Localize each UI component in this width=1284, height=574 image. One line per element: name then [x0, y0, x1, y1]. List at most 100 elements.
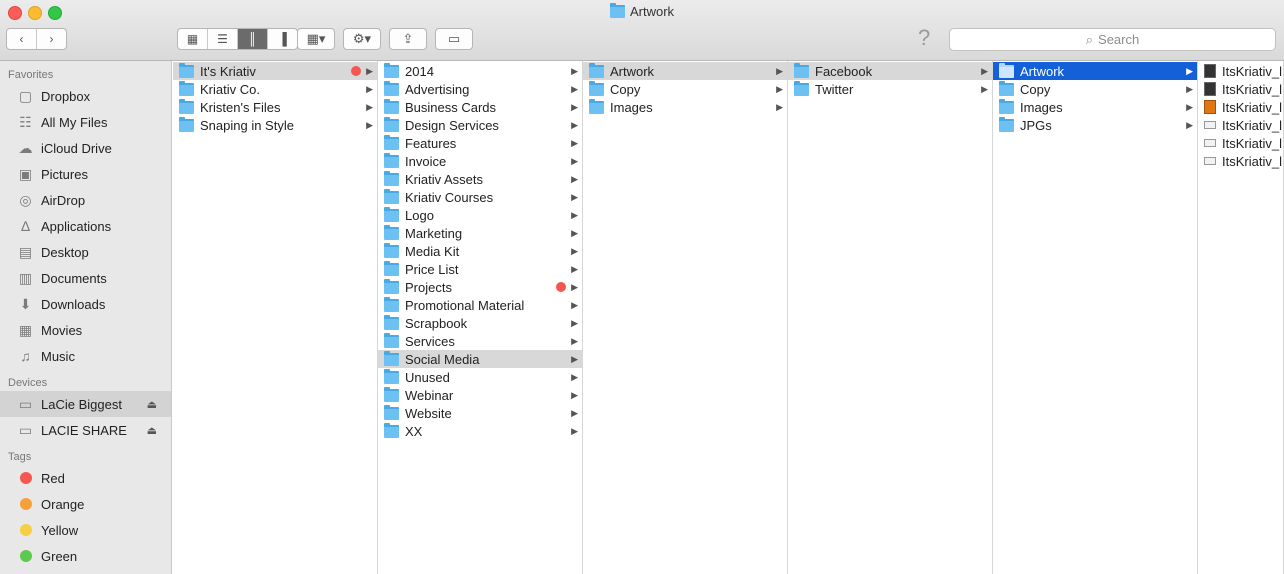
sidebar-item-label: Desktop	[41, 244, 89, 260]
folder-icon	[384, 332, 399, 348]
file-row[interactable]: ItsKriativ_l	[1198, 80, 1283, 98]
folder-name: XX	[405, 423, 423, 439]
coverflow-view-button[interactable]: ▐	[268, 29, 297, 49]
sidebar-item-label: Red	[41, 470, 65, 486]
folder-row[interactable]: Design Services ▶	[378, 116, 582, 134]
folder-row[interactable]: Kristen's Files ▶	[173, 98, 377, 116]
forward-button[interactable]: ›	[37, 29, 66, 49]
folder-name: Media Kit	[405, 243, 460, 259]
folder-row[interactable]: Copy ▶	[583, 80, 787, 98]
disclosure-arrow-icon: ▶	[776, 83, 783, 94]
folder-icon	[384, 116, 399, 132]
icon-view-button[interactable]: ▦	[178, 29, 208, 49]
sidebar-item-applications[interactable]: ∆ Applications	[0, 213, 171, 239]
sidebar-item-desktop[interactable]: ▤ Desktop	[0, 239, 171, 265]
folder-row[interactable]: Services ▶	[378, 332, 582, 350]
folder-row[interactable]: Website ▶	[378, 404, 582, 422]
folder-row[interactable]: Images ▶	[993, 98, 1197, 116]
sidebar-device-lacie-biggest[interactable]: ▭ LaCie Biggest ⏏	[0, 391, 171, 417]
folder-name: Social Media	[405, 351, 480, 367]
folder-row[interactable]: JPGs ▶	[993, 116, 1197, 134]
sidebar-item-label: Downloads	[41, 296, 106, 312]
folder-row[interactable]: Images ▶	[583, 98, 787, 116]
sidebar-tag-yellow[interactable]: Yellow	[0, 517, 171, 543]
folder-row[interactable]: Snaping in Style ▶	[173, 116, 377, 134]
back-button[interactable]: ‹	[7, 29, 37, 49]
document-file-icon	[1204, 157, 1216, 165]
folder-name: Facebook	[815, 63, 873, 79]
sidebar-device-lacie-share[interactable]: ▭ LACIE SHARE ⏏	[0, 417, 171, 443]
folder-row[interactable]: Kriativ Co. ▶	[173, 80, 377, 98]
folder-row[interactable]: It's Kriativ ▶	[173, 62, 377, 80]
folder-row[interactable]: Business Cards ▶	[378, 98, 582, 116]
help-icon[interactable]: ?	[918, 25, 930, 51]
share-button[interactable]: ⇪	[389, 28, 427, 50]
folder-row[interactable]: Copy ▶	[993, 80, 1197, 98]
folder-row[interactable]: Scrapbook ▶	[378, 314, 582, 332]
disclosure-arrow-icon: ▶	[571, 335, 578, 346]
sidebar-item-music[interactable]: ♫ Music	[0, 343, 171, 369]
folder-row[interactable]: Artwork ▶	[993, 62, 1197, 80]
hard-drive-icon: ▭	[18, 421, 33, 438]
sidebar-item-label: LaCie Biggest	[41, 396, 122, 412]
nav-buttons: ‹ ›	[6, 28, 67, 50]
file-row[interactable]: ItsKriativ_l	[1198, 62, 1283, 80]
folder-row[interactable]: Advertising ▶	[378, 80, 582, 98]
folder-name: Kriativ Co.	[200, 81, 260, 97]
browser-column: ItsKriativ_l ItsKriativ_l ItsKriativ_l ItsK…	[1198, 61, 1284, 574]
sidebar-item-dropbox[interactable]: ▢ Dropbox	[0, 83, 171, 109]
sidebar-item-movies[interactable]: ▦ Movies	[0, 317, 171, 343]
folder-icon	[384, 224, 399, 240]
action-button[interactable]: ⚙▾	[343, 28, 381, 50]
sidebar-item-pictures[interactable]: ▣ Pictures	[0, 161, 171, 187]
arrange-button[interactable]: ▦▾	[297, 28, 335, 50]
folder-row[interactable]: Price List ▶	[378, 260, 582, 278]
sidebar-tag-red[interactable]: Red	[0, 465, 171, 491]
folder-row[interactable]: Features ▶	[378, 134, 582, 152]
sidebar-item-airdrop[interactable]: ◎ AirDrop	[0, 187, 171, 213]
eject-icon[interactable]: ⏏	[147, 424, 157, 437]
gear-icon: ⚙▾	[352, 31, 372, 46]
eject-icon[interactable]: ⏏	[147, 398, 157, 411]
search-input[interactable]: ⌕ Search	[949, 28, 1276, 51]
sidebar-tag-green[interactable]: Green	[0, 543, 171, 569]
folder-row[interactable]: Media Kit ▶	[378, 242, 582, 260]
folder-row[interactable]: Webinar ▶	[378, 386, 582, 404]
sidebar-item-downloads[interactable]: ⬇ Downloads	[0, 291, 171, 317]
folder-name: Logo	[405, 207, 434, 223]
window-title: Artwork	[0, 3, 1284, 19]
sidebar-tag-orange[interactable]: Orange	[0, 491, 171, 517]
sidebar-item-label: Music	[41, 348, 75, 364]
folder-row[interactable]: Unused ▶	[378, 368, 582, 386]
folder-row[interactable]: 2014 ▶	[378, 62, 582, 80]
browser-column: Artwork ▶ Copy ▶ Images ▶ JPGs ▶	[993, 61, 1198, 574]
file-row[interactable]: ItsKriativ_l	[1198, 116, 1283, 134]
folder-row[interactable]: Promotional Material ▶	[378, 296, 582, 314]
folder-name: Artwork	[610, 63, 655, 79]
sidebar-item-icloud-drive[interactable]: ☁ iCloud Drive	[0, 135, 171, 161]
folder-name: Kriativ Assets	[405, 171, 484, 187]
list-view-button[interactable]: ☰	[208, 29, 238, 49]
music-icon: ♫	[20, 348, 31, 364]
folder-icon	[384, 188, 399, 204]
tags-button[interactable]: ▭	[435, 28, 473, 50]
folder-row[interactable]: Logo ▶	[378, 206, 582, 224]
sidebar-item-documents[interactable]: ▥ Documents	[0, 265, 171, 291]
folder-row[interactable]: Marketing ▶	[378, 224, 582, 242]
folder-row[interactable]: Kriativ Courses ▶	[378, 188, 582, 206]
file-row[interactable]: ItsKriativ_l	[1198, 98, 1283, 116]
file-row[interactable]: ItsKriativ_l	[1198, 134, 1283, 152]
folder-row[interactable]: Invoice ▶	[378, 152, 582, 170]
sidebar-item-all-my-files[interactable]: ☷ All My Files	[0, 109, 171, 135]
folder-row[interactable]: Facebook ▶	[788, 62, 992, 80]
folder-row[interactable]: Twitter ▶	[788, 80, 992, 98]
folder-row[interactable]: Kriativ Assets ▶	[378, 170, 582, 188]
image-file-icon	[1204, 82, 1216, 96]
folder-row[interactable]: Social Media ▶	[378, 350, 582, 368]
file-row[interactable]: ItsKriativ_l	[1198, 152, 1283, 170]
folder-name: Webinar	[405, 387, 454, 403]
folder-row[interactable]: Projects ▶	[378, 278, 582, 296]
folder-row[interactable]: XX ▶	[378, 422, 582, 440]
folder-row[interactable]: Artwork ▶	[583, 62, 787, 80]
column-view-button[interactable]: ║	[238, 29, 268, 49]
